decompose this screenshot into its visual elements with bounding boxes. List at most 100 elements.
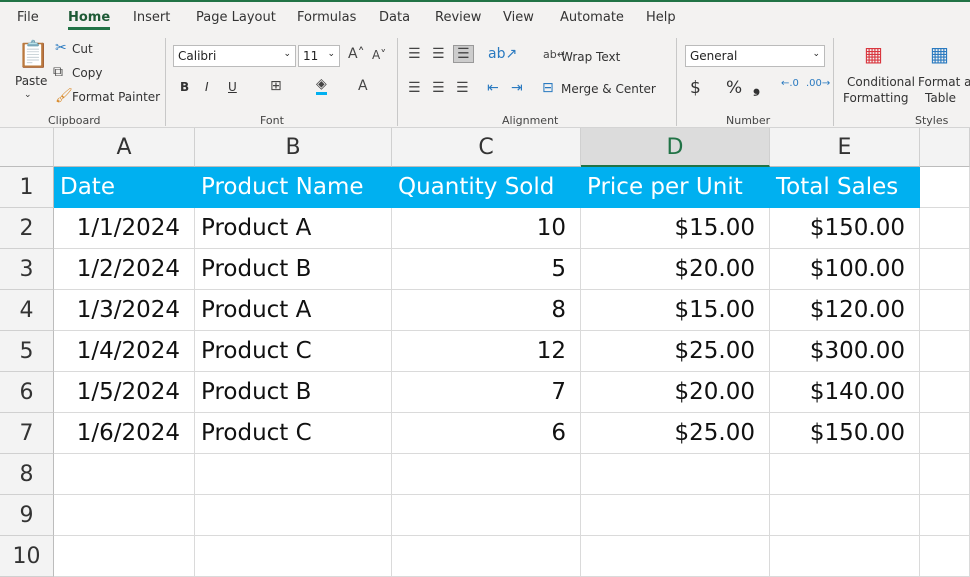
cell-e5[interactable]: $300.00 <box>770 331 920 372</box>
tab-review[interactable]: Review <box>435 10 481 25</box>
row-header-1[interactable]: 1 <box>0 167 54 208</box>
font-size-select[interactable]: 11 ⌄ <box>298 45 340 67</box>
tab-insert[interactable]: Insert <box>133 10 170 25</box>
cell-e9[interactable] <box>770 495 920 536</box>
cell-c3[interactable]: 5 <box>392 249 581 290</box>
format-painter-button[interactable]: Format Painter <box>72 90 160 104</box>
bold-button[interactable]: B <box>180 80 189 94</box>
cell-a6[interactable]: 1/5/2024 <box>54 372 195 413</box>
wrap-text-button[interactable]: Wrap Text <box>561 50 620 64</box>
decrease-decimal-icon[interactable]: .00→ <box>806 78 830 89</box>
align-left-icon[interactable]: ☰ <box>408 80 421 96</box>
row-header-8[interactable]: 8 <box>0 454 54 495</box>
decrease-font-icon[interactable]: A˅ <box>372 48 386 62</box>
cell-c1[interactable]: Quantity Sold <box>392 167 581 208</box>
cell-c10[interactable] <box>392 536 581 577</box>
cell-d8[interactable] <box>581 454 770 495</box>
paste-icon[interactable]: 📋 <box>17 40 49 70</box>
cell-c7[interactable]: 6 <box>392 413 581 454</box>
cell-a3[interactable]: 1/2/2024 <box>54 249 195 290</box>
cell-c9[interactable] <box>392 495 581 536</box>
increase-indent-icon[interactable]: ⇥ <box>511 80 523 96</box>
cell-d6[interactable]: $20.00 <box>581 372 770 413</box>
row-header-9[interactable]: 9 <box>0 495 54 536</box>
cell-c2[interactable]: 10 <box>392 208 581 249</box>
merge-center-button[interactable]: Merge & Center <box>561 82 656 96</box>
tab-help[interactable]: Help <box>646 10 676 25</box>
align-center-icon[interactable]: ☰ <box>432 80 445 96</box>
cell-f10[interactable] <box>920 536 970 577</box>
cell-f6[interactable] <box>920 372 970 413</box>
select-all-corner[interactable] <box>0 128 54 167</box>
row-header-10[interactable]: 10 <box>0 536 54 577</box>
cell-b4[interactable]: Product A <box>195 290 392 331</box>
cell-b10[interactable] <box>195 536 392 577</box>
cell-b6[interactable]: Product B <box>195 372 392 413</box>
number-format-select[interactable]: General ⌄ <box>685 45 825 67</box>
paste-button[interactable]: Paste <box>15 74 47 88</box>
cell-e8[interactable] <box>770 454 920 495</box>
tab-data[interactable]: Data <box>379 10 410 25</box>
cell-b2[interactable]: Product A <box>195 208 392 249</box>
tab-file[interactable]: File <box>17 10 39 25</box>
column-header-b[interactable]: B <box>195 128 392 167</box>
row-header-3[interactable]: 3 <box>0 249 54 290</box>
cell-f2[interactable] <box>920 208 970 249</box>
align-middle-icon[interactable]: ☰ <box>432 46 445 62</box>
cell-a9[interactable] <box>54 495 195 536</box>
row-header-6[interactable]: 6 <box>0 372 54 413</box>
row-header-4[interactable]: 4 <box>0 290 54 331</box>
format-as-table-button-line2[interactable]: Table <box>925 91 956 105</box>
cell-f5[interactable] <box>920 331 970 372</box>
cell-c4[interactable]: 8 <box>392 290 581 331</box>
cell-a2[interactable]: 1/1/2024 <box>54 208 195 249</box>
tab-page-layout[interactable]: Page Layout <box>196 10 276 25</box>
fill-color-icon[interactable]: ◈ <box>316 76 327 95</box>
column-header-e[interactable]: E <box>770 128 920 167</box>
cell-b3[interactable]: Product B <box>195 249 392 290</box>
cell-b1[interactable]: Product Name <box>195 167 392 208</box>
cell-a8[interactable] <box>54 454 195 495</box>
cell-e7[interactable]: $150.00 <box>770 413 920 454</box>
cell-b9[interactable] <box>195 495 392 536</box>
cell-d9[interactable] <box>581 495 770 536</box>
decrease-indent-icon[interactable]: ⇤ <box>487 80 499 96</box>
cell-a1[interactable]: Date <box>54 167 195 208</box>
italic-button[interactable]: I <box>205 80 209 94</box>
cell-d4[interactable]: $15.00 <box>581 290 770 331</box>
font-color-icon[interactable]: A <box>358 78 368 94</box>
cell-f3[interactable] <box>920 249 970 290</box>
orientation-icon[interactable]: ab↗ <box>488 46 517 62</box>
cell-f8[interactable] <box>920 454 970 495</box>
copy-button[interactable]: Copy <box>72 66 102 80</box>
increase-font-icon[interactable]: A˄ <box>348 46 365 62</box>
tab-formulas[interactable]: Formulas <box>297 10 356 25</box>
cell-b5[interactable]: Product C <box>195 331 392 372</box>
cell-c6[interactable]: 7 <box>392 372 581 413</box>
cell-e1[interactable]: Total Sales <box>770 167 920 208</box>
cell-a7[interactable]: 1/6/2024 <box>54 413 195 454</box>
conditional-formatting-button[interactable]: Conditional <box>847 75 915 89</box>
cell-e10[interactable] <box>770 536 920 577</box>
font-name-select[interactable]: Calibri ⌄ <box>173 45 296 67</box>
cell-a10[interactable] <box>54 536 195 577</box>
chevron-down-icon[interactable]: ⌄ <box>24 90 32 100</box>
comma-button[interactable]: ❟ <box>753 76 760 97</box>
row-header-5[interactable]: 5 <box>0 331 54 372</box>
tab-home[interactable]: Home <box>68 10 111 30</box>
row-header-2[interactable]: 2 <box>0 208 54 249</box>
cell-f9[interactable] <box>920 495 970 536</box>
align-bottom-icon[interactable]: ☰ <box>453 45 474 63</box>
conditional-formatting-button-line2[interactable]: Formatting <box>843 91 909 105</box>
cell-f1[interactable] <box>920 167 970 208</box>
cell-a4[interactable]: 1/3/2024 <box>54 290 195 331</box>
borders-icon[interactable]: ⊞ <box>270 78 282 94</box>
underline-button[interactable]: U <box>228 80 237 94</box>
cell-c8[interactable] <box>392 454 581 495</box>
cell-e2[interactable]: $150.00 <box>770 208 920 249</box>
cell-f4[interactable] <box>920 290 970 331</box>
cell-f7[interactable] <box>920 413 970 454</box>
cell-d5[interactable]: $25.00 <box>581 331 770 372</box>
increase-decimal-icon[interactable]: ←.0 <box>781 78 799 89</box>
row-header-7[interactable]: 7 <box>0 413 54 454</box>
